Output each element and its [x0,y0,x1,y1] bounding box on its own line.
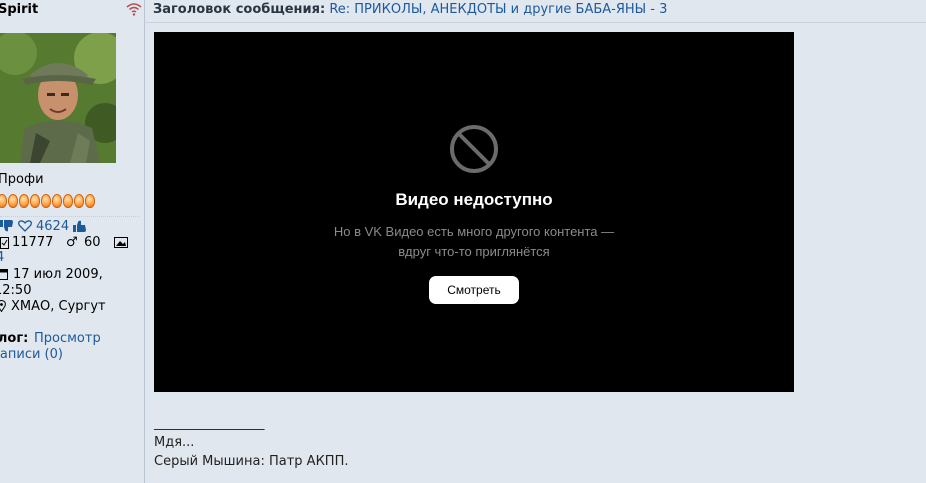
rank-stars [0,194,95,208]
post-subject-link[interactable]: Re: ПРИКОЛЫ, АНЕКДОТЫ и другие БАБА-ЯНЫ … [329,2,667,17]
user-rank: Профи [0,172,44,187]
reputation-count: 4624 [36,218,70,234]
posts-icon [0,237,9,249]
location-pin-icon [0,300,6,312]
gender-count: 60 [84,235,101,250]
heart-icon [18,220,32,232]
rank-star-icon [63,194,73,208]
user-location: ХМАО, Сургут [11,299,106,314]
post-subject-label: Заголовок сообщения: [153,2,326,17]
unavailable-icon [450,125,498,173]
posts-count[interactable]: 11777 [12,235,53,250]
registered-time: 12:50 [0,283,32,298]
avatar[interactable] [0,33,116,163]
male-icon: ♂ [66,235,78,250]
blog-label: Блог: [0,331,29,346]
rank-star-icon [30,194,40,208]
video-embed[interactable]: Видео недоступно Но в VK Видео есть мног… [154,32,794,392]
rank-star-icon [41,194,51,208]
signature-rule: _________________ [154,416,265,431]
rank-star-icon [85,194,95,208]
post-subject: Заголовок сообщения: Re: ПРИКОЛЫ, АНЕКДО… [153,2,667,17]
calendar-icon [0,269,8,280]
registered-date: 17 июл 2009, [13,267,103,282]
profile-sidebar: Spirit Профи 4624 11777 ♂ 60 17 июл 2009… [0,0,145,483]
watch-button[interactable]: Смотреть [429,276,519,304]
thumbs-down-icon[interactable] [0,220,14,232]
rank-star-icon [8,194,18,208]
video-unavailable-subtitle: Но в VK Видео есть много другого контент… [274,222,674,262]
gallery-icon[interactable] [114,237,128,248]
header-divider [144,22,926,23]
blog-records-link[interactable]: записи (0) [0,347,63,362]
reputation-row: 4624 [0,216,140,235]
thumbs-up-icon[interactable] [73,220,87,232]
video-subtitle-line2: вдруг что-то приглянётся [398,244,550,259]
signature-line1: Мдя... [154,435,195,450]
username[interactable]: Spirit [0,2,38,17]
rank-star-icon [52,194,62,208]
blog-view-link[interactable]: Просмотр [34,331,101,346]
rank-star-icon [0,194,7,208]
wifi-icon[interactable] [126,2,142,16]
post-signature: _________________ Мдя... Серый Мышина: Пат… [154,414,348,471]
signature-line2: Серый Мышина: Патр АКПП. [154,454,349,469]
rank-star-icon [19,194,29,208]
rank-star-icon [74,194,84,208]
video-subtitle-line1: Но в VK Видео есть много другого контент… [333,224,615,239]
video-unavailable-title: Видео недоступно [395,190,553,209]
gallery-count[interactable]: 4 [0,250,4,265]
